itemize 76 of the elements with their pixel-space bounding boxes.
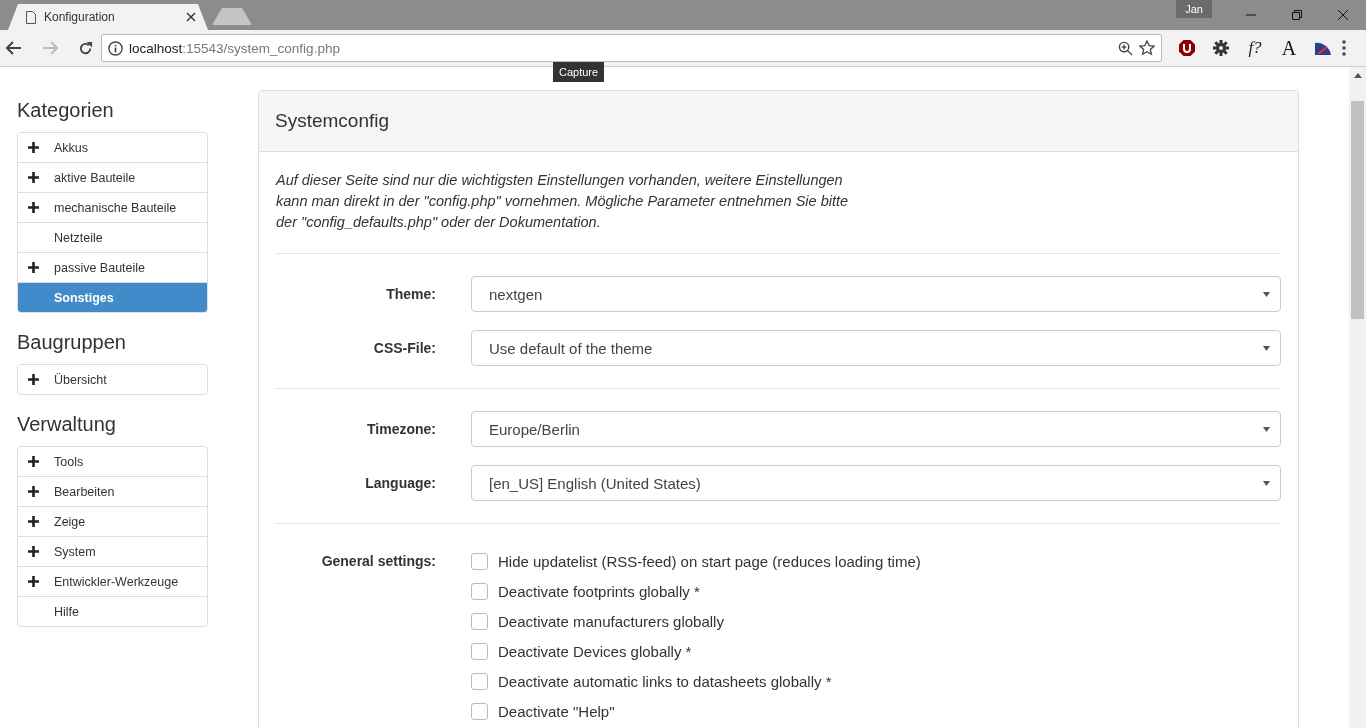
checkbox-label: Deactivate Devices globally * xyxy=(498,642,692,660)
plus-icon[interactable] xyxy=(28,374,39,385)
sidebar-item[interactable]: System xyxy=(18,536,207,566)
sidebar-item[interactable]: Übersicht xyxy=(18,365,207,394)
address-bar[interactable]: localhost:15543/system_config.php xyxy=(101,34,1162,62)
sidebar-item[interactable]: Akkus xyxy=(18,133,207,162)
section-heading: Baugruppen xyxy=(17,331,127,354)
scroll-up-icon[interactable] xyxy=(1353,73,1362,78)
plus-icon[interactable] xyxy=(28,142,39,153)
close-icon[interactable] xyxy=(186,12,196,22)
extension-button[interactable]: f? xyxy=(1240,35,1270,61)
url-host: localhost xyxy=(129,40,183,56)
checkbox[interactable] xyxy=(471,642,488,660)
minimize-icon xyxy=(1246,14,1256,16)
panel-title: Systemconfig xyxy=(275,110,390,132)
page-icon xyxy=(26,10,36,24)
plus-icon[interactable] xyxy=(28,516,39,527)
checkbox[interactable] xyxy=(471,672,488,690)
plus-icon[interactable] xyxy=(28,546,39,557)
sidebar-item[interactable]: Tools xyxy=(18,447,207,476)
plus-icon[interactable] xyxy=(28,456,39,467)
url-path: :15543/system_config.php xyxy=(182,40,340,56)
sidebar-item[interactable]: aktive Bauteile xyxy=(18,162,207,192)
field-label: CSS-File: xyxy=(372,339,436,358)
sidebar-item[interactable]: mechanische Bauteile xyxy=(18,192,207,222)
restore-icon xyxy=(1292,10,1302,20)
font-size-button[interactable]: A xyxy=(1274,35,1304,61)
sidebar-item[interactable]: Netzteile xyxy=(18,222,207,252)
caret-icon xyxy=(1263,426,1270,432)
zoom-icon[interactable] xyxy=(1118,40,1133,56)
plus-icon[interactable] xyxy=(28,202,39,213)
plus-icon[interactable] xyxy=(28,172,39,183)
field-label: Timezone: xyxy=(366,420,436,439)
sidebar-item[interactable]: Zeige xyxy=(18,506,207,536)
back-icon[interactable] xyxy=(6,41,22,55)
menu-icon[interactable] xyxy=(1342,40,1346,56)
scrollbar-thumb[interactable] xyxy=(1351,101,1364,319)
plus-icon[interactable] xyxy=(28,486,39,497)
field-label: Language: xyxy=(364,474,436,493)
dropdown[interactable]: nextgen xyxy=(471,276,1281,312)
checkbox-label: Hide updatelist (RSS-feed) on start page (reduces loading time) xyxy=(498,552,921,570)
tooltip: Capture xyxy=(553,62,605,82)
checkbox[interactable] xyxy=(471,702,488,720)
plus-icon[interactable] xyxy=(28,262,39,273)
sidebar-item[interactable]: Bearbeiten xyxy=(18,476,207,506)
dropdown[interactable]: Use default of the theme xyxy=(471,330,1281,366)
checkbox-label: Deactivate footprints globally * xyxy=(498,582,700,600)
sidebar-item[interactable]: Sonstiges xyxy=(18,282,207,312)
field-label: Theme: xyxy=(385,285,436,304)
sidebar-item[interactable]: Entwickler-Werkzeuge xyxy=(18,566,207,596)
section-heading: Verwaltung xyxy=(17,413,117,436)
sidebar-item[interactable]: Hilfe xyxy=(18,596,207,626)
checkbox-label: Deactivate automatic links to datasheets globally * xyxy=(498,672,832,690)
shield-icon[interactable] xyxy=(1178,39,1196,57)
dropdown[interactable]: [en_US] English (United States) xyxy=(471,465,1281,501)
checkbox-label: Deactivate "Help" xyxy=(498,702,615,720)
gauge-icon[interactable] xyxy=(1314,40,1332,56)
section-heading: Kategorien xyxy=(17,99,115,122)
plus-icon[interactable] xyxy=(28,576,39,587)
reload-icon[interactable] xyxy=(78,40,93,56)
star-icon[interactable] xyxy=(1139,40,1155,56)
browser-tab[interactable]: Konfiguration xyxy=(8,4,208,30)
caret-icon xyxy=(1263,291,1270,297)
caret-icon xyxy=(1263,345,1270,351)
profile-button[interactable]: Jan xyxy=(1176,0,1212,18)
checkbox-label: Deactivate manufacturers globally xyxy=(498,612,724,630)
intro-text: Auf dieser Seite sind nur die wichtigsten Einstellungen vorhanden, weitere Einstellungen kann man direkt in der "config.php" vornehmen. Mögliche Parameter entnehmen Sie bitte der "config_defaults.php" oder der Dokumentation. xyxy=(276,171,850,232)
dropdown[interactable]: Europe/Berlin xyxy=(471,411,1281,447)
info-icon[interactable] xyxy=(108,40,123,56)
gear-icon[interactable] xyxy=(1213,40,1229,56)
close-icon xyxy=(1337,9,1349,21)
field-label: General settings: xyxy=(320,552,436,571)
caret-icon xyxy=(1263,480,1270,486)
checkbox[interactable] xyxy=(471,612,488,630)
checkbox[interactable] xyxy=(471,552,488,570)
checkbox[interactable] xyxy=(471,582,488,600)
